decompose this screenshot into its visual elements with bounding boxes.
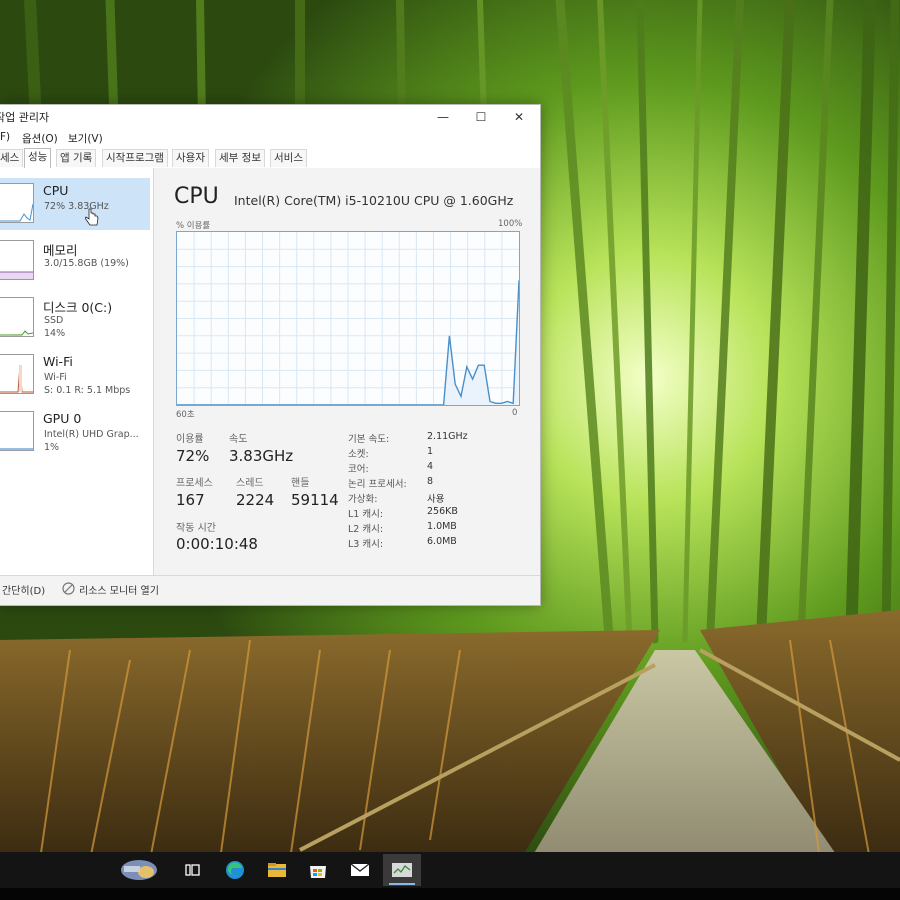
- virtualization-label: 가상화:: [348, 494, 378, 505]
- mouse-cursor-icon: [85, 208, 99, 226]
- l1-cache-label: L1 캐시:: [348, 509, 384, 520]
- resource-usage: 1%: [44, 442, 60, 453]
- task-view-icon[interactable]: [179, 856, 207, 884]
- tab-performance[interactable]: 성능: [24, 148, 52, 168]
- tab-app-history[interactable]: 앱 기록: [56, 149, 97, 167]
- task-manager-icon[interactable]: [383, 854, 421, 886]
- resource-item-disk[interactable]: 디스크 0(C:) SSD 14%: [0, 292, 150, 344]
- cores-label: 코어:: [348, 464, 369, 475]
- resource-name: GPU 0: [43, 411, 82, 426]
- resource-item-gpu[interactable]: GPU 0 Intel(R) UHD Grap... 1%: [0, 406, 150, 458]
- tab-users[interactable]: 사용자: [172, 149, 209, 167]
- minimize-button[interactable]: —: [424, 105, 462, 129]
- tab-services[interactable]: 서비스: [270, 149, 307, 167]
- resource-usage: S: 0.1 R: 5.1 Mbps: [44, 385, 131, 396]
- resource-usage: 14%: [44, 328, 66, 339]
- resource-detail: Wi-Fi: [44, 372, 67, 383]
- microsoft-store-icon[interactable]: [304, 856, 332, 884]
- l2-cache-label: L2 캐시:: [348, 524, 384, 535]
- base-speed-label: 기본 속도:: [348, 434, 390, 445]
- monitor-bezel: [0, 888, 900, 900]
- task-manager-window: 작업 관리자 — ☐ ✕ F) 옵션(O) 보기(V) 세스 성능 앱 기록 시…: [0, 104, 541, 606]
- resource-detail: 3.0/15.8GB (19%): [44, 258, 129, 269]
- resource-name: 메모리: [43, 243, 78, 258]
- resource-detail: Intel(R) UHD Grap...: [44, 429, 139, 440]
- file-explorer-icon[interactable]: [263, 856, 291, 884]
- disk-mini-graph: [0, 297, 34, 337]
- processes-label: 프로세스: [176, 478, 213, 489]
- uptime-value: 0:00:10:48: [176, 535, 258, 553]
- gpu-mini-graph: [0, 411, 34, 451]
- threads-value: 2224: [236, 491, 275, 509]
- menu-bar: F) 옵션(O) 보기(V): [0, 129, 540, 147]
- mail-icon[interactable]: [346, 856, 374, 884]
- base-speed-value: 2.11GHz: [427, 431, 468, 442]
- resource-monitor-icon: [62, 582, 75, 595]
- cpu-utilization-graph: [176, 231, 520, 406]
- graph-time-span: 60초: [176, 410, 195, 420]
- tab-strip: 세스 성능 앱 기록 시작프로그램 사용자 세부 정보 서비스: [0, 147, 540, 169]
- resource-list: CPU 72% 3.83GHz 메모리 3.0/15.8GB (19%) 디스크…: [0, 168, 154, 575]
- resource-name: 디스크 0(C:): [43, 300, 113, 315]
- resource-item-wifi[interactable]: Wi-Fi Wi-Fi S: 0.1 R: 5.1 Mbps: [0, 349, 150, 401]
- tab-processes[interactable]: 세스: [0, 149, 24, 167]
- close-button[interactable]: ✕: [500, 105, 538, 129]
- cortana-search-icon[interactable]: [118, 856, 160, 884]
- title-bar[interactable]: 작업 관리자 — ☐ ✕: [0, 105, 540, 129]
- utilization-value: 72%: [176, 447, 210, 465]
- l3-cache-label: L3 캐시:: [348, 539, 384, 550]
- resource-item-cpu[interactable]: CPU 72% 3.83GHz: [0, 178, 150, 230]
- cores-value: 4: [427, 461, 434, 472]
- speed-label: 속도: [229, 434, 248, 445]
- memory-mini-graph: [0, 240, 34, 280]
- l1-cache-value: 256KB: [427, 506, 458, 517]
- menu-view[interactable]: 보기(V): [68, 131, 103, 146]
- menu-file[interactable]: F): [0, 131, 10, 143]
- tab-details[interactable]: 세부 정보: [215, 149, 265, 167]
- speed-value: 3.83GHz: [229, 447, 294, 465]
- tab-startup[interactable]: 시작프로그램: [102, 149, 168, 167]
- resource-name: Wi-Fi: [43, 354, 73, 369]
- graph-y-max: 100%: [498, 219, 523, 229]
- l2-cache-value: 1.0MB: [427, 521, 457, 532]
- maximize-button[interactable]: ☐: [462, 105, 500, 129]
- wifi-mini-graph: [0, 354, 34, 394]
- logical-processors-value: 8: [427, 476, 434, 487]
- open-resource-monitor-link[interactable]: 리소스 모니터 열기: [79, 582, 159, 597]
- status-footer: 간단히(D) 리소스 모니터 열기: [0, 575, 540, 605]
- cpu-mini-graph: [0, 183, 34, 223]
- logical-processors-label: 논리 프로세서:: [348, 479, 407, 490]
- sockets-value: 1: [427, 446, 434, 457]
- processes-value: 167: [176, 491, 205, 509]
- threads-label: 스레드: [236, 478, 264, 489]
- cpu-model-name: Intel(R) Core(TM) i5-10210U CPU @ 1.60GH…: [234, 193, 514, 208]
- virtualization-value: 사용: [427, 494, 445, 505]
- window-title: 작업 관리자: [0, 111, 50, 124]
- edge-icon[interactable]: [221, 856, 249, 884]
- resource-name: CPU: [43, 183, 69, 198]
- fewer-details-link[interactable]: 간단히(D): [2, 582, 45, 597]
- graph-y-min: 0: [512, 408, 518, 418]
- resource-detail: SSD: [44, 315, 64, 326]
- taskbar: [0, 852, 900, 888]
- resource-detail: 72% 3.83GHz: [44, 201, 109, 212]
- utilization-label: 이용률: [176, 434, 204, 445]
- graph-y-label: % 이용률: [176, 221, 211, 231]
- handles-label: 핸들: [291, 478, 310, 489]
- panel-title: CPU: [174, 184, 219, 209]
- l3-cache-value: 6.0MB: [427, 536, 457, 547]
- resource-item-memory[interactable]: 메모리 3.0/15.8GB (19%): [0, 235, 150, 287]
- cpu-performance-panel: CPU Intel(R) Core(TM) i5-10210U CPU @ 1.…: [154, 168, 540, 575]
- sockets-label: 소켓:: [348, 449, 369, 460]
- handles-value: 59114: [291, 491, 339, 509]
- menu-options[interactable]: 옵션(O): [22, 131, 58, 146]
- uptime-label: 작동 시간: [176, 523, 216, 534]
